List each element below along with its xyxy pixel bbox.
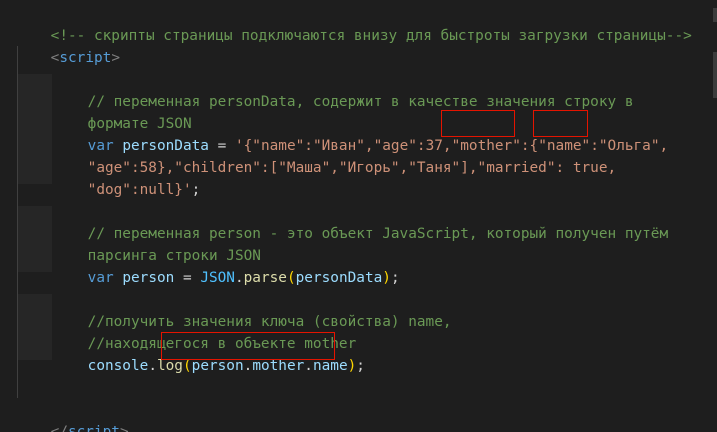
indent-whitespace bbox=[18, 316, 52, 338]
script-tag: script bbox=[67, 424, 120, 432]
function-name: parse bbox=[243, 270, 287, 286]
json-object: JSON bbox=[200, 270, 235, 286]
semicolon: ; bbox=[390, 270, 400, 286]
indent-whitespace bbox=[18, 162, 52, 184]
console-object: console bbox=[87, 358, 149, 374]
indent-whitespace bbox=[18, 206, 52, 228]
code-line-comment[interactable]: парсинга строки JSON bbox=[53, 223, 717, 264]
argument: personData bbox=[295, 270, 383, 286]
tag-bracket: > bbox=[119, 424, 129, 432]
string-literal: "dog":null}' bbox=[87, 182, 192, 198]
semicolon: ; bbox=[191, 182, 201, 198]
property-path: mother bbox=[252, 358, 305, 374]
paren: ( bbox=[286, 270, 296, 286]
code-line-script-close[interactable]: </script> bbox=[16, 399, 717, 432]
code-line-comment[interactable]: //находящегося в объекте mother bbox=[53, 311, 717, 352]
script-tag: script bbox=[59, 50, 112, 66]
indent-whitespace bbox=[18, 228, 52, 250]
paren: ( bbox=[182, 358, 192, 374]
function-name: log bbox=[156, 358, 183, 374]
code-line-string-end[interactable]: "dog":null}'; bbox=[53, 157, 717, 198]
code-line-html-comment[interactable]: <!-- скрипты страницы подключаются внизу… bbox=[16, 3, 717, 44]
code-line-comment[interactable]: // переменная personData, содержит в кач… bbox=[53, 69, 717, 110]
code-line-comment[interactable]: формате JSON bbox=[53, 91, 717, 132]
code-line-console-log[interactable]: console.log(person.mother.name); bbox=[53, 333, 717, 374]
dot: . bbox=[304, 358, 313, 374]
variable-name: person bbox=[122, 270, 175, 286]
operator: = bbox=[174, 270, 201, 286]
semicolon: ; bbox=[356, 358, 365, 374]
code-line-person-decl[interactable]: var person = JSON.parse(personData); bbox=[53, 245, 717, 286]
code-line-persondata-decl[interactable]: var personData = '{"name":"Иван","age":3… bbox=[53, 113, 717, 154]
property-path: person bbox=[191, 358, 244, 374]
code-editor[interactable]: <!-- скрипты страницы подключаются внизу… bbox=[0, 0, 717, 432]
property-path: name bbox=[312, 358, 348, 374]
indent-whitespace bbox=[18, 96, 52, 118]
dot: . bbox=[234, 270, 244, 286]
indent-whitespace bbox=[18, 338, 52, 360]
tag-bracket: > bbox=[111, 50, 120, 66]
indent-whitespace bbox=[18, 250, 52, 272]
dot: . bbox=[148, 358, 157, 374]
indent-whitespace bbox=[18, 140, 52, 162]
dot: . bbox=[243, 358, 253, 374]
code-line-comment[interactable]: //получить значения ключа (свойства) nam… bbox=[53, 289, 717, 330]
indent-whitespace bbox=[18, 118, 52, 140]
indent-whitespace bbox=[18, 294, 52, 316]
tag-bracket: </ bbox=[50, 424, 68, 432]
paren: ) bbox=[347, 358, 357, 374]
keyword-var: var bbox=[87, 270, 114, 286]
code-line-script-open[interactable]: <script> bbox=[16, 25, 717, 66]
code-line-string-continued[interactable]: "age":58},"children":["Маша","Игорь","Та… bbox=[53, 135, 717, 176]
code-line-comment[interactable]: // переменная person - это объект JavaSc… bbox=[53, 201, 717, 242]
paren: ) bbox=[382, 270, 391, 286]
